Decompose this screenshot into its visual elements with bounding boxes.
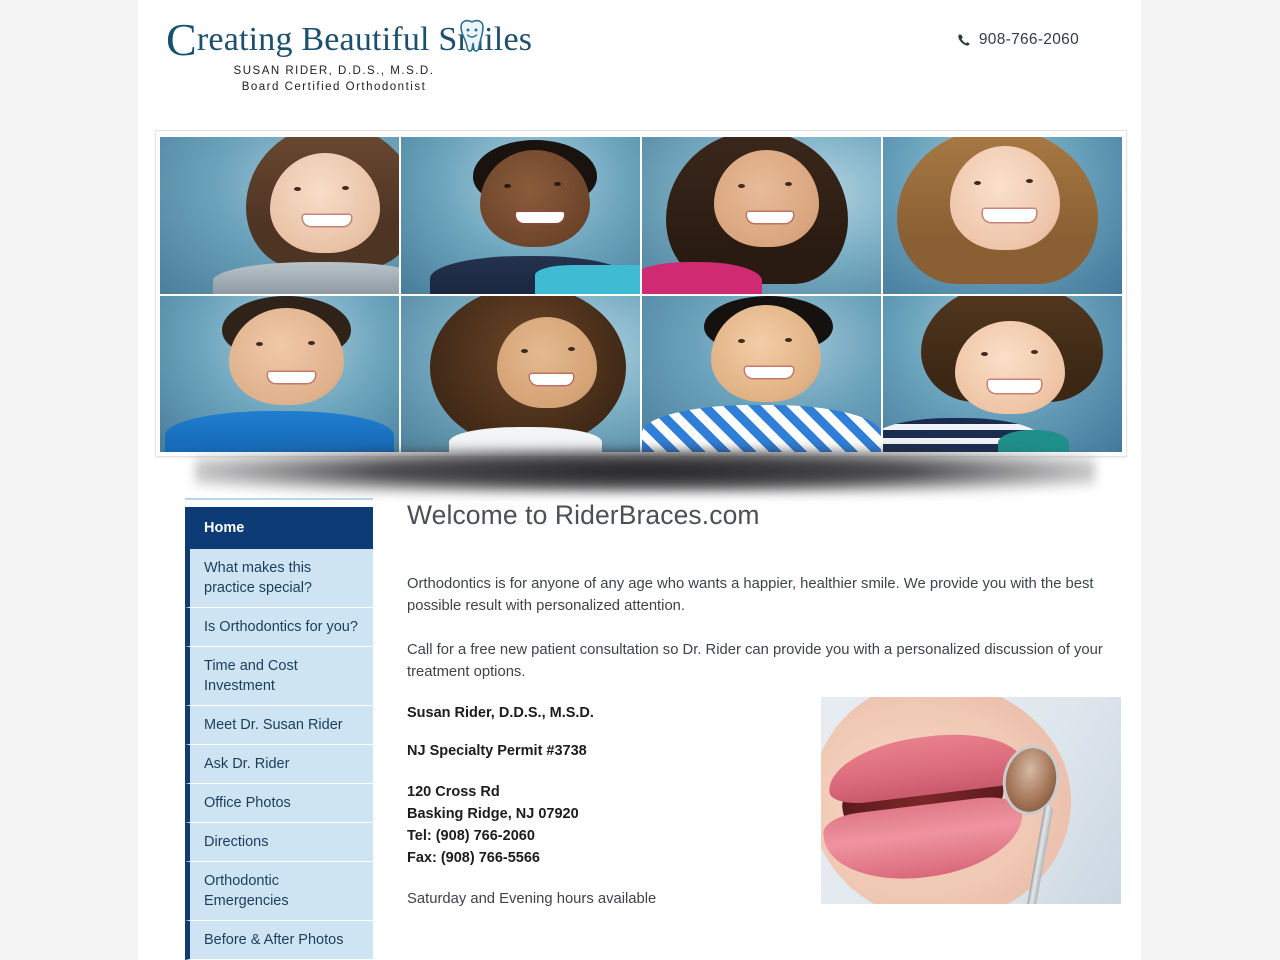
nav-label: Meet Dr. Susan Rider xyxy=(204,717,343,733)
nav-label: Home xyxy=(204,520,245,536)
nav-label: Ask Dr. Rider xyxy=(204,756,290,772)
nav-list: Home What makes this practice special? I… xyxy=(185,507,373,960)
consultation-paragraph: Call for a free new patient consultation… xyxy=(407,642,1103,680)
portrait-photo xyxy=(883,137,1122,294)
sidebar-item-before-after-photos[interactable]: Before & After Photos xyxy=(185,921,373,960)
nav-label: Before & After Photos xyxy=(204,932,344,948)
nav-label: Orthodontic Emergencies xyxy=(204,873,289,909)
portrait-photo xyxy=(160,295,399,452)
nav-label: Directions xyxy=(204,834,269,850)
sidebar-item-home[interactable]: Home xyxy=(185,507,373,549)
sidebar-item-directions[interactable]: Directions xyxy=(185,823,373,862)
nav-label: Time and Cost Investment xyxy=(204,658,298,694)
site-logo[interactable]: Creating Beautiful Smiles SUSAN RIDER, D… xyxy=(166,17,532,94)
portrait-photo xyxy=(401,137,640,294)
nav-label: Office Photos xyxy=(204,795,291,811)
sidebar-item-emergencies[interactable]: Orthodontic Emergencies xyxy=(185,862,373,921)
hero-banner xyxy=(155,130,1127,494)
phone-number: 908-766-2060 xyxy=(978,31,1079,48)
dental-photo xyxy=(821,697,1121,904)
logo-initial: C xyxy=(166,14,197,65)
portrait-photo xyxy=(883,295,1122,452)
portrait-grid xyxy=(160,137,1122,452)
portrait-photo xyxy=(642,295,881,452)
nav-label: What makes this practice special? xyxy=(204,560,312,596)
header-phone[interactable]: 908-766-2060 xyxy=(957,31,1079,49)
logo-subtitle-name: SUSAN RIDER, D.D.S., M.S.D. xyxy=(233,65,435,77)
main-content: Welcome to RiderBraces.com Orthodontics … xyxy=(373,498,1141,960)
logo-subtitle-credential: Board Certified Orthodontist xyxy=(241,81,427,93)
sidebar-item-meet-dr-rider[interactable]: Meet Dr. Susan Rider xyxy=(185,706,373,745)
intro-paragraph: Orthodontics is for anyone of any age wh… xyxy=(407,576,1094,614)
portrait-photo xyxy=(401,295,640,452)
portrait-photo xyxy=(160,137,399,294)
sidebar-item-ask-dr-rider[interactable]: Ask Dr. Rider xyxy=(185,745,373,784)
page-title: Welcome to RiderBraces.com xyxy=(407,500,760,530)
phone-icon xyxy=(957,33,971,47)
content-area: Home What makes this practice special? I… xyxy=(138,498,1141,960)
banner-frame xyxy=(155,130,1127,457)
site-header: Creating Beautiful Smiles SUSAN RIDER, D… xyxy=(138,0,1141,122)
logo-text: Creating Beautiful Smiles xyxy=(166,17,532,63)
tooth-icon xyxy=(454,18,490,56)
sidebar-accent-line xyxy=(185,498,373,500)
sidebar-item-time-and-cost[interactable]: Time and Cost Investment xyxy=(185,647,373,706)
sidebar-item-orthodontics-for-you[interactable]: Is Orthodontics for you? xyxy=(185,608,373,647)
sidebar-item-office-photos[interactable]: Office Photos xyxy=(185,784,373,823)
logo-wordmark: Creating Beautiful Smiles xyxy=(166,17,532,63)
portrait-photo xyxy=(642,137,881,294)
nav-label: Is Orthodontics for you? xyxy=(204,619,358,635)
sidebar-item-practice-special[interactable]: What makes this practice special? xyxy=(185,549,373,608)
sidebar-navigation: Home What makes this practice special? I… xyxy=(185,498,373,960)
page-container: Creating Beautiful Smiles SUSAN RIDER, D… xyxy=(138,0,1141,960)
